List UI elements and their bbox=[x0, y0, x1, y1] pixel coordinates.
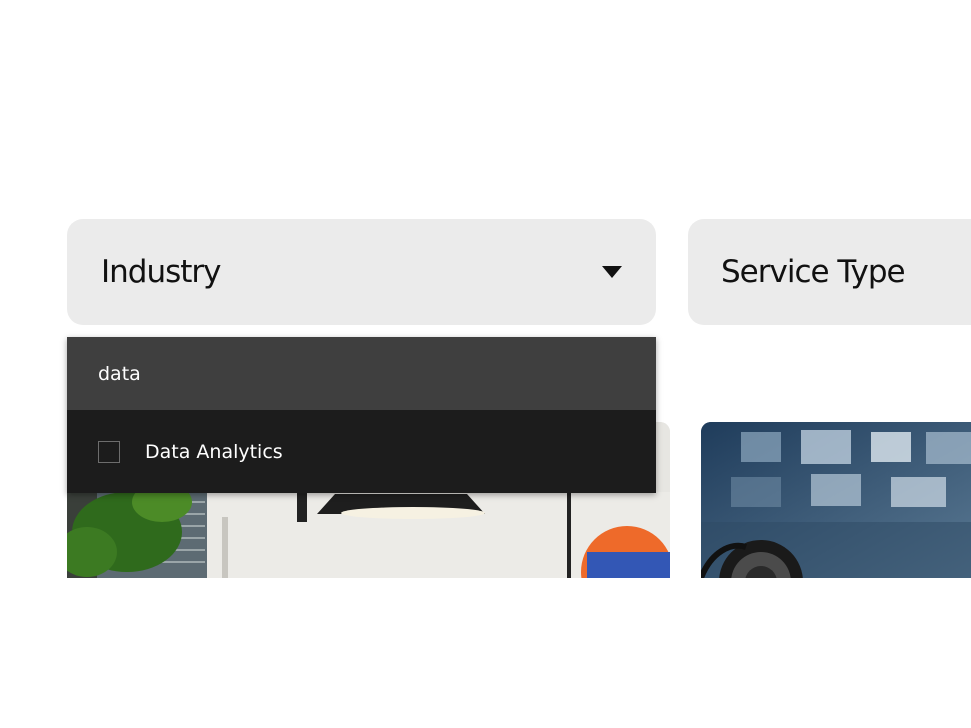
dropdown-search-row bbox=[67, 337, 656, 410]
industry-filter-label: Industry bbox=[101, 254, 222, 290]
industry-dropdown-panel: Data Analytics bbox=[67, 337, 656, 493]
headset-photo-card[interactable] bbox=[701, 422, 971, 578]
service-type-filter-button[interactable]: Service Type bbox=[688, 219, 971, 325]
headset-photo bbox=[701, 422, 971, 578]
triangle-down-icon bbox=[602, 266, 622, 278]
industry-search-input[interactable] bbox=[98, 362, 598, 385]
page: Industry Service Type data Data Analytic… bbox=[0, 0, 971, 728]
service-type-filter-label: Service Type bbox=[721, 254, 906, 290]
option-data-analytics[interactable]: Data Analytics bbox=[67, 410, 656, 493]
industry-filter-button[interactable]: Industry bbox=[67, 219, 656, 325]
option-checkbox[interactable] bbox=[98, 440, 120, 463]
option-label: Data Analytics bbox=[145, 440, 283, 463]
